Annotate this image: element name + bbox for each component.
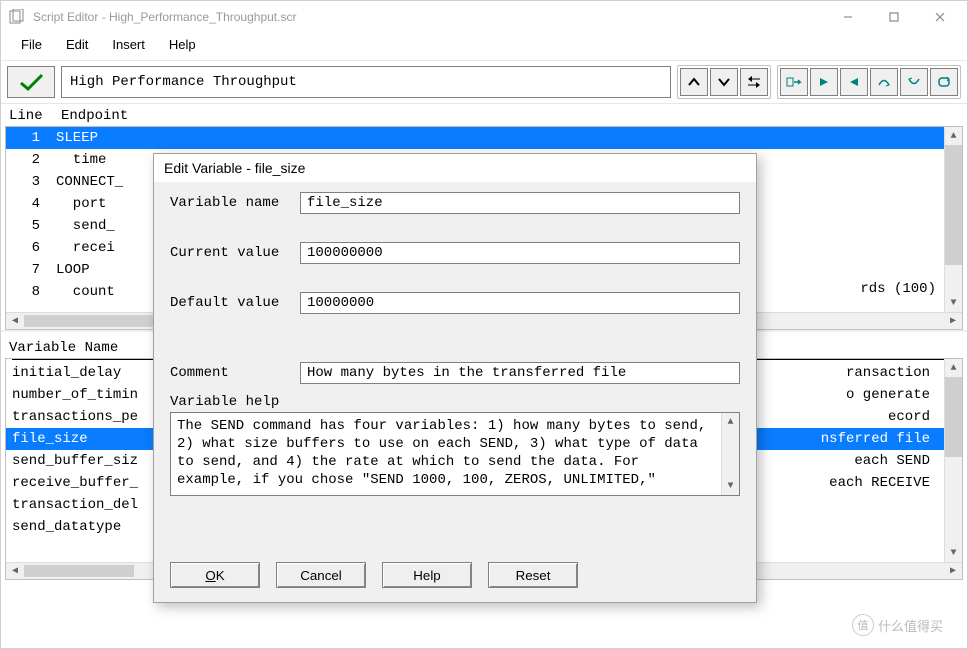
step-return-button[interactable] <box>900 68 928 96</box>
menu-file[interactable]: File <box>9 35 54 54</box>
watermark-icon: 值 <box>852 614 874 636</box>
variable-name-input[interactable] <box>300 192 740 214</box>
comment-input[interactable] <box>300 362 740 384</box>
menu-edit[interactable]: Edit <box>54 35 100 54</box>
scroll-right-icon[interactable]: ▶ <box>944 563 962 579</box>
scroll-up-icon[interactable]: ▲ <box>945 359 962 377</box>
scroll-right-icon[interactable]: ▶ <box>944 313 962 329</box>
edit-variable-dialog: Edit Variable - file_size Variable name … <box>153 153 757 603</box>
script-lines-header: Line Endpoint <box>1 104 967 126</box>
column-line: Line <box>9 108 61 124</box>
apply-button[interactable] <box>7 66 55 98</box>
toolbar-group-nav <box>677 65 771 99</box>
cancel-button[interactable]: Cancel <box>276 562 366 588</box>
scroll-thumb[interactable] <box>945 145 962 265</box>
window-title: Script Editor - High_Performance_Through… <box>33 10 825 24</box>
scrollbar-vertical[interactable]: ▲ ▼ <box>944 127 962 312</box>
nav-swap-button[interactable] <box>740 68 768 96</box>
menu-insert[interactable]: Insert <box>100 35 157 54</box>
label-variable-name: Variable name <box>170 195 300 211</box>
step-over-button[interactable] <box>870 68 898 96</box>
variable-help-text: The SEND command has four variables: 1) … <box>170 412 740 496</box>
script-name-input[interactable] <box>61 66 671 98</box>
scrollbar-vertical-bottom[interactable]: ▲ ▼ <box>944 359 962 562</box>
toolbar <box>1 60 967 104</box>
minimize-button[interactable] <box>825 2 871 32</box>
watermark-text: 什么值得买 <box>878 616 943 635</box>
toolbar-group-step <box>777 65 961 99</box>
ok-button[interactable]: OK <box>170 562 260 588</box>
step-back-button[interactable] <box>840 68 868 96</box>
scroll-left-icon[interactable]: ◀ <box>6 563 24 579</box>
label-variable-help: Variable help <box>170 394 740 410</box>
title-bar: Script Editor - High_Performance_Through… <box>1 1 967 33</box>
maximize-button[interactable] <box>871 2 917 32</box>
scroll-down-icon[interactable]: ▼ <box>945 544 962 562</box>
scroll-down-icon[interactable]: ▼ <box>945 294 962 312</box>
close-button[interactable] <box>917 2 963 32</box>
current-value-input[interactable] <box>300 242 740 264</box>
column-variable-name: Variable Name <box>9 340 169 356</box>
default-value-input[interactable] <box>300 292 740 314</box>
scroll-left-icon[interactable]: ◀ <box>6 313 24 329</box>
nav-down-button[interactable] <box>710 68 738 96</box>
app-icon <box>9 9 25 25</box>
reset-button[interactable]: Reset <box>488 562 578 588</box>
dialog-title: Edit Variable - file_size <box>154 154 756 182</box>
script-line-row[interactable]: 1SLEEP <box>6 127 962 149</box>
scroll-thumb-h[interactable] <box>24 565 134 577</box>
scroll-thumb[interactable] <box>945 377 962 457</box>
menu-bar: File Edit Insert Help <box>1 33 967 60</box>
column-endpoint: Endpoint <box>61 108 128 124</box>
step-in-button[interactable] <box>780 68 808 96</box>
help-content: The SEND command has four variables: 1) … <box>177 417 733 489</box>
label-current-value: Current value <box>170 245 300 261</box>
menu-help[interactable]: Help <box>157 35 208 54</box>
help-button[interactable]: Help <box>382 562 472 588</box>
scroll-up-icon[interactable]: ▲ <box>722 413 739 431</box>
scroll-up-icon[interactable]: ▲ <box>945 127 962 145</box>
label-default-value: Default value <box>170 295 300 311</box>
nav-up-button[interactable] <box>680 68 708 96</box>
scroll-down-icon[interactable]: ▼ <box>722 477 739 495</box>
label-comment: Comment <box>170 365 300 381</box>
watermark: 值 什么值得买 <box>852 614 943 636</box>
loop-button[interactable] <box>930 68 958 96</box>
line-tail-text: rds (100) <box>860 281 936 297</box>
step-forward-button[interactable] <box>810 68 838 96</box>
help-scrollbar[interactable]: ▲ ▼ <box>721 413 739 495</box>
